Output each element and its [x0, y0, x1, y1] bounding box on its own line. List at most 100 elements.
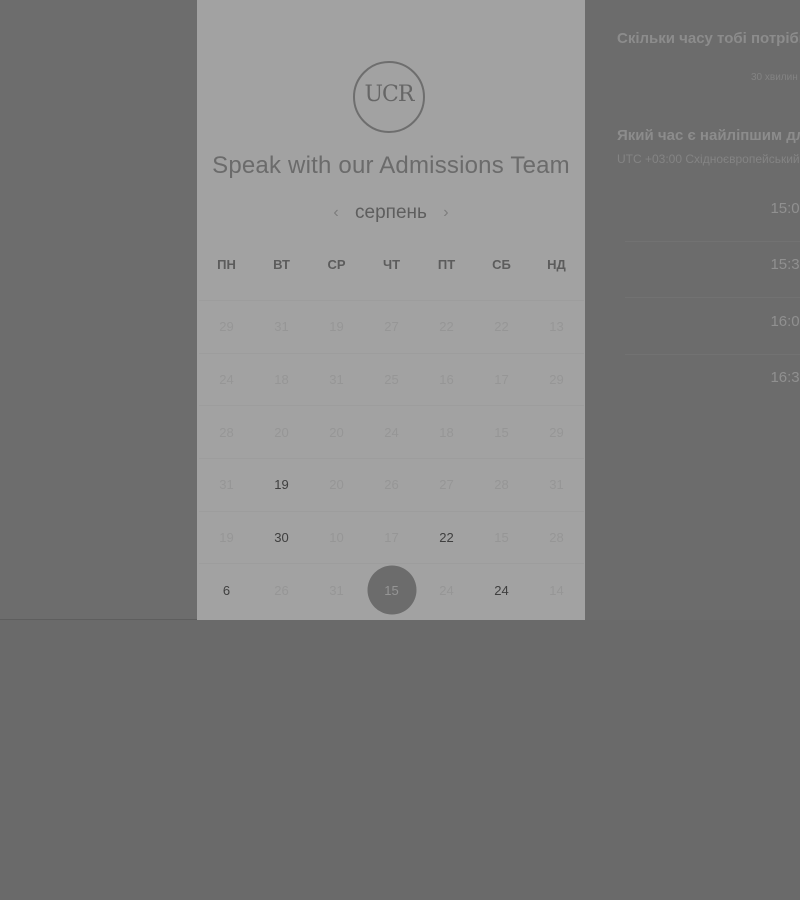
day-number: 15	[494, 424, 509, 440]
day-number: 16	[439, 372, 454, 388]
day-number: 28	[549, 530, 564, 546]
day-number: 17	[384, 530, 399, 546]
day-number: 20	[329, 477, 344, 493]
time-slot-label: 16:00	[770, 313, 800, 330]
day-cell-selected[interactable]: 15	[364, 563, 419, 616]
day-number: 24	[384, 424, 399, 440]
day-number: 31	[219, 477, 234, 493]
day-cell: 28	[474, 458, 529, 511]
day-number: 18	[274, 372, 289, 388]
month-label: серпень	[355, 202, 427, 223]
day-number: 22	[439, 530, 454, 546]
weekday-label: ЧТ	[382, 257, 401, 272]
day-number: 25	[384, 372, 399, 388]
day-number: 27	[384, 319, 399, 335]
day-cell: 29	[529, 405, 584, 458]
day-cell: 20	[309, 405, 364, 458]
day-cell: 13	[529, 300, 584, 353]
day-cell: 15	[474, 510, 529, 564]
day-cell: 20	[254, 405, 309, 458]
day-cell: 29	[199, 300, 254, 353]
day-cell: 19	[309, 300, 364, 353]
day-number: 31	[549, 477, 564, 493]
day-number: 29	[549, 372, 564, 388]
day-cell[interactable]: 19	[254, 458, 309, 511]
day-cell: 15	[474, 405, 529, 458]
day-number: 28	[219, 424, 234, 440]
day-number: 13	[549, 319, 564, 335]
day-cell: 28	[529, 510, 584, 564]
duration-option[interactable]: 30 хвилин	[751, 72, 798, 83]
day-cell: 29	[529, 352, 584, 406]
day-number: 28	[494, 477, 509, 493]
day-number: 31	[329, 582, 344, 598]
weekday-label: СР	[327, 257, 346, 272]
time-slot-button[interactable]: 16:00	[625, 299, 800, 344]
day-cell: 28	[199, 405, 254, 458]
day-cell: 22	[419, 300, 474, 353]
day-cell: 27	[419, 458, 474, 511]
day-number: 24	[439, 582, 454, 598]
day-cell: 24	[199, 352, 254, 406]
day-cell: 22	[474, 300, 529, 353]
day-cell: 18	[254, 352, 309, 406]
scheduler-panel: Скільки часу тобі потрібно? 30 хвилин Як…	[585, 0, 800, 620]
weekday-label: СБ	[492, 257, 511, 272]
day-number: 14	[549, 582, 564, 598]
day-number: 27	[439, 477, 454, 493]
time-slot-button[interactable]: 15:30	[625, 242, 800, 287]
day-cell[interactable]: 6	[199, 563, 254, 616]
logo-text: UCR	[364, 82, 415, 107]
day-number: 29	[549, 424, 564, 440]
day-number: 30	[274, 530, 289, 546]
day-number: 10	[329, 530, 344, 546]
day-cell[interactable]: 30	[254, 510, 309, 564]
day-cell: 16	[419, 352, 474, 406]
time-slot-label: 15:00	[770, 200, 800, 217]
time-slot-button[interactable]: 16:30	[625, 355, 800, 400]
weekday-label: ВТ	[273, 257, 290, 272]
time-slot-button[interactable]: 15:00	[625, 186, 800, 231]
time-slot-label: 15:30	[770, 256, 800, 273]
day-number: 19	[274, 477, 289, 493]
day-cell: 20	[309, 458, 364, 511]
day-cell: 27	[364, 300, 419, 353]
day-number: 18	[439, 424, 454, 440]
day-number: 24	[219, 372, 234, 388]
calendar-panel: UCR Speak with our Admissions Team ‹ сер…	[197, 0, 585, 620]
day-number: 20	[274, 424, 289, 440]
prev-month-icon[interactable]: ‹	[325, 204, 347, 222]
day-number: 6	[222, 582, 231, 598]
duration-heading: Скільки часу тобі потрібно?	[617, 30, 800, 47]
day-number: 29	[219, 319, 234, 335]
day-cell: 10	[309, 510, 364, 564]
day-cell: 26	[254, 563, 309, 616]
day-number: 24	[494, 582, 509, 598]
time-heading: Який час є найліпшим для тебе?	[617, 127, 800, 144]
day-cell: 17	[474, 352, 529, 406]
day-number: 19	[219, 530, 234, 546]
timezone-selector[interactable]: UTC +03:00 Східноєвропейський час	[617, 152, 800, 166]
day-cell: 31	[529, 458, 584, 511]
day-number: 31	[274, 319, 289, 335]
days-grid: 29 31 19 27 22 22 13 24 18 31 25 16 17 29 28 20 20 24 18 15…	[199, 300, 584, 616]
day-cell: 24	[419, 563, 474, 616]
day-cell: 25	[364, 352, 419, 406]
day-number: 26	[274, 582, 289, 598]
divider	[625, 297, 800, 298]
day-cell[interactable]: 22	[419, 510, 474, 564]
day-number: 15	[384, 582, 399, 598]
weekday-label: ПТ	[437, 257, 456, 272]
day-cell: 18	[419, 405, 474, 458]
day-cell: 24	[364, 405, 419, 458]
day-number: 15	[494, 530, 509, 546]
day-number: 26	[384, 477, 399, 493]
day-cell: 31	[254, 300, 309, 353]
time-slot-label: 16:30	[770, 369, 800, 386]
day-cell: 31	[199, 458, 254, 511]
page-title: Speak with our Admissions Team	[212, 152, 570, 179]
day-cell[interactable]: 24	[474, 563, 529, 616]
day-cell: 14	[529, 563, 584, 616]
next-month-icon[interactable]: ›	[435, 204, 457, 222]
day-cell: 19	[199, 510, 254, 564]
